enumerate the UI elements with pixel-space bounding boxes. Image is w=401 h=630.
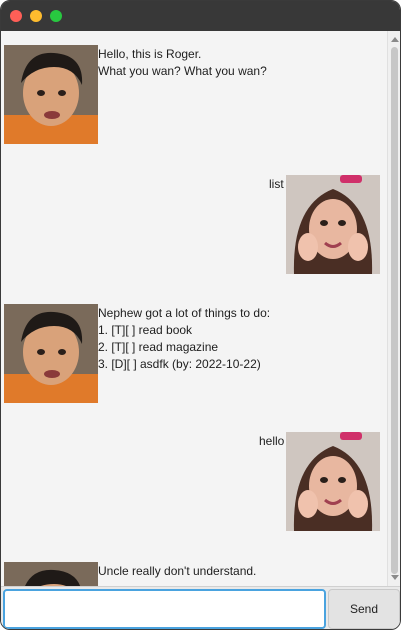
dialog-container: Hello, this is Roger. What you wan? What… [1,31,387,586]
bot-message-text: Uncle really don't understand. [98,564,257,578]
send-button[interactable]: Send [328,589,400,629]
app-window: Hello, this is Roger. What you wan? What… [0,0,401,630]
title-bar [1,1,400,31]
chat-scrollbar[interactable] [387,31,400,586]
nephew-avatar [286,432,380,531]
scrollbar-thumb[interactable] [391,47,398,574]
bot-message-text: Nephew got a lot of things to do: 1. [T]… [98,306,271,371]
scroll-up-arrow-icon[interactable] [391,37,399,42]
uncle-roger-avatar [4,304,98,403]
scroll-down-arrow-icon[interactable] [391,575,399,580]
message-input[interactable] [3,589,326,629]
maximize-button[interactable] [50,10,62,22]
input-bar: Send [1,586,400,629]
user-message-text: list [269,177,284,191]
user-message-text: hello [259,434,285,448]
uncle-roger-avatar [4,562,98,586]
close-button[interactable] [10,10,22,22]
nephew-avatar [286,175,380,274]
uncle-roger-avatar [4,45,98,144]
minimize-button[interactable] [30,10,42,22]
bot-message-text: Hello, this is Roger. What you wan? What… [98,47,267,78]
